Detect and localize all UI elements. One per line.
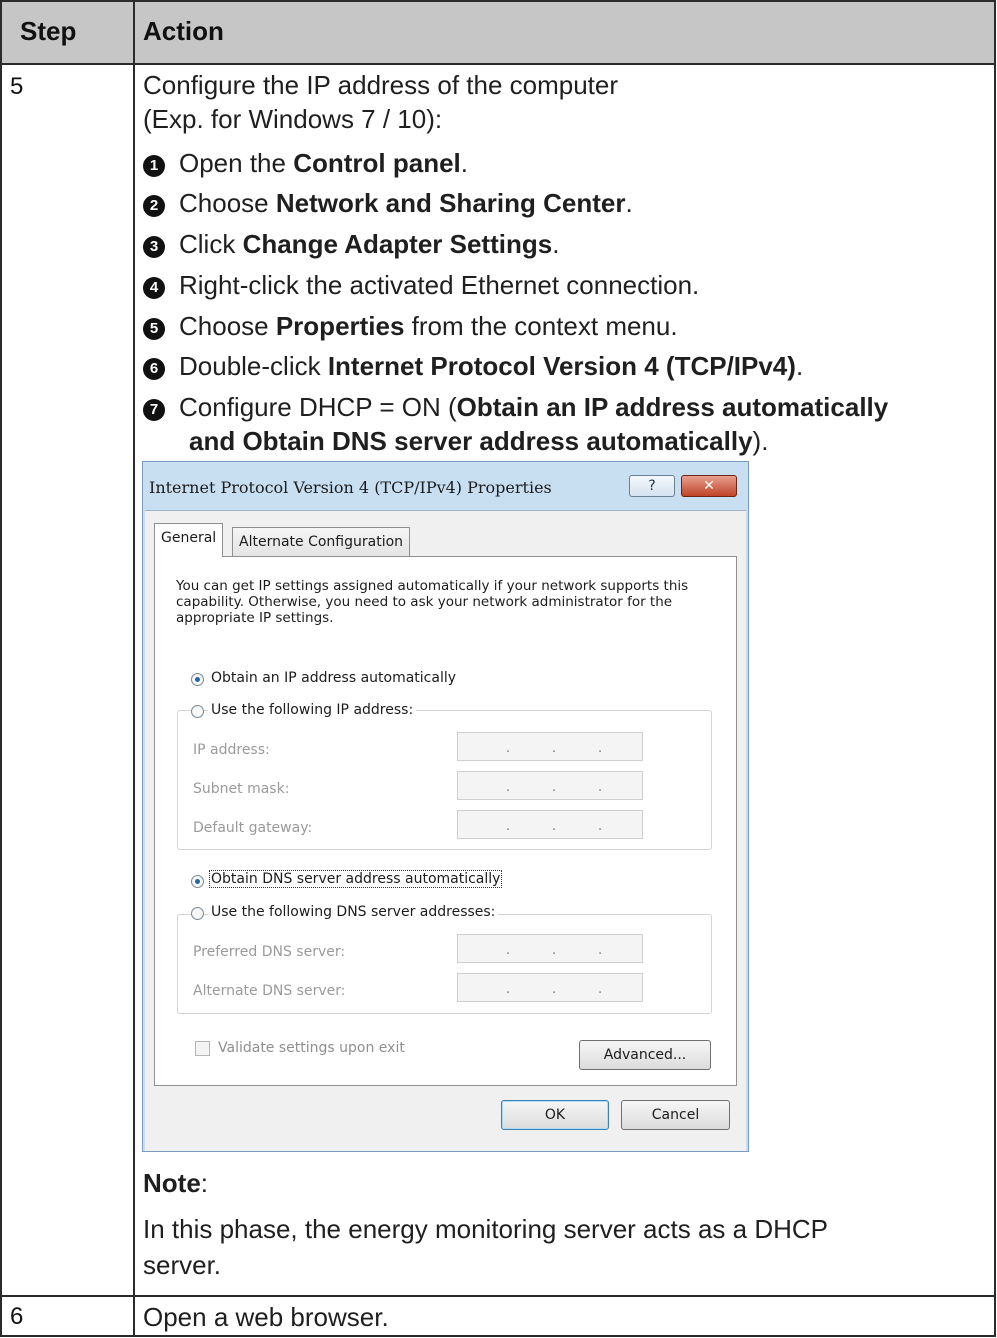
use-following-ip-label[interactable]: Use the following IP address: <box>208 702 417 718</box>
instruction-line: Open a web browser. <box>143 1302 389 1332</box>
step-number: 6 <box>10 1303 24 1330</box>
tab-general[interactable]: General <box>154 523 224 557</box>
instruction-line: Configure the IP address of the computer <box>143 70 619 100</box>
dialog-client-area: General Alternate Configuration You can … <box>145 510 746 1151</box>
list-item-continuation: and Obtain DNS server address automatica… <box>189 426 769 456</box>
bullet-2-icon: 2 <box>143 195 165 217</box>
preferred-dns-field[interactable]: ... <box>457 934 643 963</box>
list-item: 2 Choose Network and Sharing Center. <box>143 186 633 220</box>
ip-address-field[interactable]: ... <box>457 732 643 761</box>
column-divider <box>133 2 135 1335</box>
tab-alternate-configuration[interactable]: Alternate Configuration <box>232 527 411 557</box>
steps-table: Step Action 5 Configure the IP address o… <box>0 0 996 1337</box>
list-item: 6 Double-click Internet Protocol Version … <box>143 349 803 383</box>
bullet-7-icon: 7 <box>143 399 165 421</box>
default-gateway-label: Default gateway: <box>193 820 313 836</box>
obtain-dns-label[interactable]: Obtain DNS server address automatically <box>208 870 503 888</box>
row-divider <box>2 1295 994 1297</box>
list-item: 5 Choose Properties from the context menu… <box>143 309 678 343</box>
bullet-3-icon: 3 <box>143 236 165 258</box>
cancel-button[interactable]: Cancel <box>621 1100 730 1130</box>
table-header: Step Action <box>2 2 994 65</box>
step-number: 5 <box>10 73 24 100</box>
description-text: You can get IP settings assigned automat… <box>176 578 689 626</box>
header-step: Step <box>20 16 77 46</box>
ip-address-label: IP address: <box>193 742 270 758</box>
use-following-dns-radio[interactable] <box>191 907 204 920</box>
list-item: 7 Configure DHCP = ON (Obtain an IP addre… <box>143 390 888 424</box>
help-button[interactable]: ? <box>629 475 675 497</box>
close-button[interactable]: ✕ <box>681 475 737 497</box>
preferred-dns-label: Preferred DNS server: <box>193 944 346 960</box>
validate-checkbox[interactable] <box>195 1041 210 1056</box>
validate-label[interactable]: Validate settings upon exit <box>218 1040 405 1056</box>
alternate-dns-label: Alternate DNS server: <box>193 983 346 999</box>
bullet-1-icon: 1 <box>143 155 165 177</box>
advanced-button[interactable]: Advanced... <box>579 1040 711 1070</box>
alternate-dns-field[interactable]: ... <box>457 973 643 1002</box>
note-heading: Note: <box>143 1168 209 1198</box>
dialog-title: Internet Protocol Version 4 (TCP/IPv4) P… <box>149 478 552 497</box>
list-item: 3 Click Change Adapter Settings. <box>143 227 559 261</box>
tcpip-properties-dialog: Internet Protocol Version 4 (TCP/IPv4) P… <box>142 461 749 1152</box>
list-item: 4 Right-click the activated Ethernet conn… <box>143 268 699 302</box>
header-action: Action <box>143 16 224 46</box>
obtain-ip-radio[interactable] <box>191 673 204 686</box>
note-text-line: In this phase, the energy monitoring ser… <box>143 1214 828 1244</box>
bullet-6-icon: 6 <box>143 358 165 380</box>
note-text-line: server. <box>143 1250 222 1280</box>
subnet-mask-label: Subnet mask: <box>193 781 290 797</box>
ok-button[interactable]: OK <box>501 1100 609 1130</box>
default-gateway-field[interactable]: ... <box>457 810 643 839</box>
obtain-ip-label[interactable]: Obtain an IP address automatically <box>211 670 456 686</box>
subnet-mask-field[interactable]: ... <box>457 771 643 800</box>
list-item: 1 Open the Control panel. <box>143 146 468 180</box>
general-pane: You can get IP settings assigned automat… <box>154 556 737 1086</box>
obtain-dns-radio[interactable] <box>191 875 204 888</box>
bullet-5-icon: 5 <box>143 318 165 340</box>
instruction-line: (Exp. for Windows 7 / 10): <box>143 104 443 134</box>
use-following-ip-radio[interactable] <box>191 705 204 718</box>
bullet-4-icon: 4 <box>143 277 165 299</box>
use-following-dns-label[interactable]: Use the following DNS server addresses: <box>208 904 499 920</box>
